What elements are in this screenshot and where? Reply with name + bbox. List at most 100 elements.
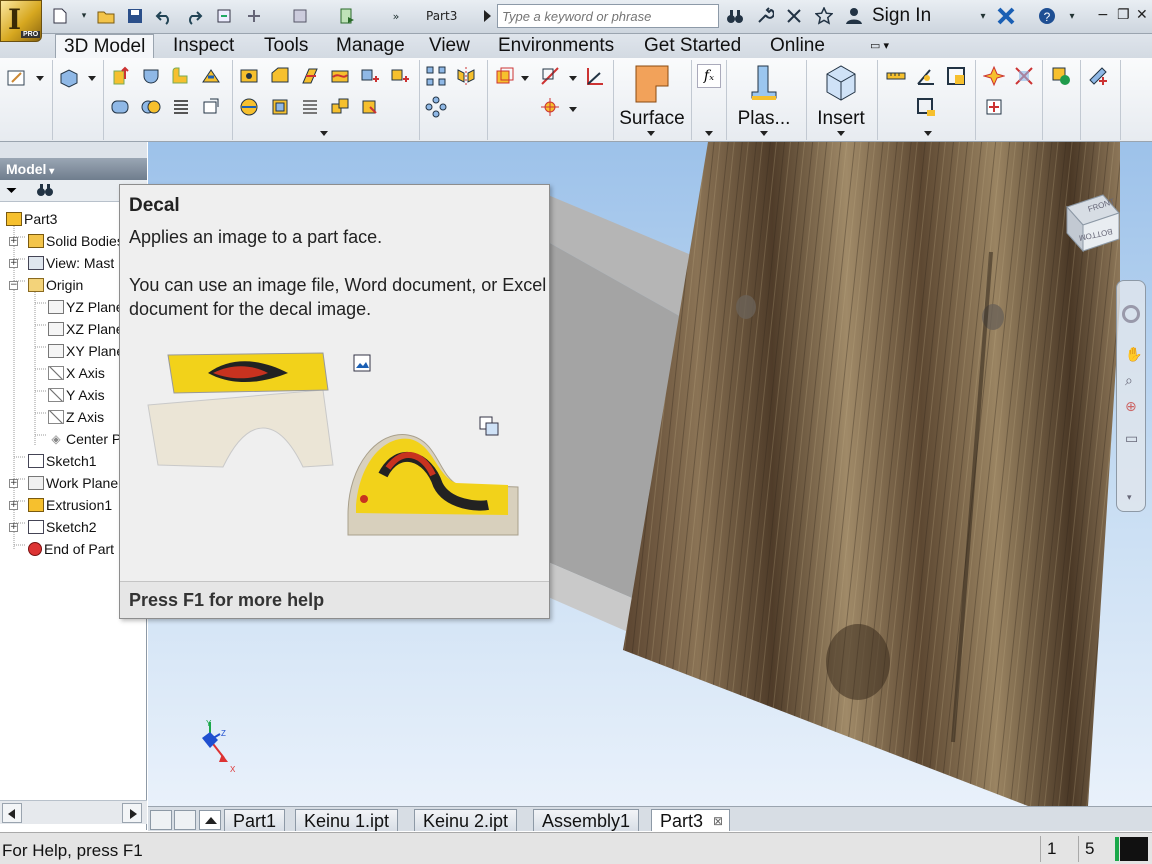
sketch-dropdown-icon[interactable] (36, 76, 44, 81)
repair-icon[interactable] (1012, 64, 1036, 88)
fillet-icon[interactable] (268, 64, 292, 88)
start-sketch-icon[interactable] (5, 66, 29, 90)
scroll-left-button[interactable] (2, 803, 22, 823)
tab-environments[interactable]: Environments (490, 34, 622, 58)
remote-icon[interactable] (982, 95, 1006, 119)
tab-inspect[interactable]: Inspect (165, 34, 242, 58)
move-bodies-icon[interactable] (358, 95, 382, 119)
coil-icon[interactable] (108, 95, 132, 119)
tree-node-yz-plane[interactable]: YZ Plane (48, 296, 124, 318)
tree-node-solid-bodies[interactable]: Solid Bodies (28, 230, 124, 252)
move-face-icon[interactable] (298, 95, 322, 119)
tree-node-extrusion1[interactable]: Extrusion1 (28, 494, 112, 516)
split-icon[interactable] (237, 95, 261, 119)
communication-center-icon[interactable] (784, 6, 804, 26)
ucs-icon[interactable] (583, 64, 607, 88)
tree-node-y-axis[interactable]: Y Axis (48, 384, 105, 406)
region-properties-icon[interactable] (944, 64, 968, 88)
restore-icon[interactable]: ❐ (1117, 7, 1130, 23)
tree-node-end-of-part[interactable]: End of Part (28, 538, 114, 560)
update-icon[interactable] (214, 6, 234, 26)
insert-panel-button[interactable]: Insert (808, 58, 874, 138)
convert-to-assembly-icon[interactable] (1049, 64, 1073, 88)
primitive-dropdown-icon[interactable] (88, 76, 96, 81)
angle-measure-icon[interactable] (914, 64, 938, 88)
extrude-icon[interactable] (108, 64, 132, 88)
cascade-windows-icon[interactable] (150, 810, 172, 830)
scroll-right-button[interactable] (122, 803, 142, 823)
circular-pattern-icon[interactable] (424, 95, 448, 119)
surface-dropdown-icon[interactable] (647, 131, 655, 136)
tab-online[interactable]: Online (762, 34, 833, 58)
collapse-icon[interactable]: − (9, 281, 18, 290)
rectangular-pattern-icon[interactable] (424, 64, 448, 88)
revolve-icon[interactable] (139, 64, 163, 88)
combine-icon[interactable] (268, 95, 292, 119)
tab-manage[interactable]: Manage (328, 34, 413, 58)
open-icon[interactable] (96, 6, 116, 26)
tab-view[interactable]: View (421, 34, 478, 58)
work-plane-icon[interactable] (493, 64, 517, 88)
search-field[interactable] (497, 4, 719, 28)
tree-node-xy-plane[interactable]: XY Plane (48, 340, 124, 362)
plastic-dropdown-icon[interactable] (760, 131, 768, 136)
navbar-customize-icon[interactable]: ▾ (1127, 493, 1132, 503)
sweep-icon[interactable] (169, 64, 193, 88)
doc-tab-keinu-1[interactable]: Keinu 1.ipt (295, 809, 399, 831)
measure-icon[interactable] (884, 64, 908, 88)
close-tab-icon[interactable]: ⊠ (713, 810, 723, 832)
select-icon[interactable] (244, 6, 264, 26)
customize-quick-access-icon[interactable]: » (386, 6, 406, 26)
new-icon[interactable] (50, 6, 70, 26)
look-at-icon[interactable]: ▭ (1125, 431, 1138, 447)
close-icon[interactable]: ✕ (1136, 7, 1148, 23)
tree-node-xz-plane[interactable]: XZ Plane (48, 318, 124, 340)
mirror-icon[interactable] (454, 64, 478, 88)
orbit-icon[interactable]: ⊕ (1125, 399, 1137, 415)
tile-windows-icon[interactable] (174, 810, 196, 830)
primitive-box-icon[interactable] (57, 66, 81, 90)
autodesk-exchange-icon[interactable] (996, 6, 1016, 26)
work-plane-dropdown-icon[interactable] (521, 76, 529, 81)
manage-panel-expand-icon[interactable] (705, 131, 713, 136)
export-to-cad-icon[interactable] (1086, 64, 1110, 88)
copy-object-icon[interactable] (328, 95, 352, 119)
pan-hand-icon[interactable]: ✋ (1125, 347, 1142, 363)
document-list-icon[interactable] (199, 810, 221, 830)
tree-node-x-axis[interactable]: X Axis (48, 362, 105, 384)
tab-tools[interactable]: Tools (256, 34, 316, 58)
design-doctor-icon[interactable] (337, 6, 357, 26)
binoculars-icon[interactable] (725, 6, 745, 26)
subscription-icon[interactable] (755, 6, 775, 26)
search-expand-icon[interactable] (484, 10, 491, 22)
work-point-dropdown-icon[interactable] (569, 107, 577, 112)
viewcube[interactable]: FRONT BOTTOM (1057, 185, 1127, 255)
minimize-icon[interactable]: − (1097, 7, 1109, 23)
help-icon[interactable]: ? (1037, 6, 1057, 26)
section-icon[interactable] (914, 95, 938, 119)
browser-header[interactable]: Model ▾ (0, 158, 147, 180)
steering-wheel-icon[interactable] (1122, 305, 1140, 323)
modify-panel-expand-icon[interactable] (320, 131, 328, 136)
tree-node-sketch2[interactable]: Sketch2 (28, 516, 97, 538)
surface-panel-button[interactable]: Surface (616, 58, 688, 138)
shell-icon[interactable] (328, 64, 352, 88)
tree-node-part[interactable]: Part3 (6, 208, 57, 230)
work-axis-dropdown-icon[interactable] (569, 76, 577, 81)
insert-dropdown-icon[interactable] (837, 131, 845, 136)
zoom-icon[interactable]: ⌕ (1125, 373, 1133, 389)
expand-icon[interactable]: + (9, 237, 18, 246)
loft-icon[interactable] (199, 64, 223, 88)
tree-node-work-plane[interactable]: Work Plane (28, 472, 118, 494)
thread-icon[interactable] (388, 64, 412, 88)
undo-icon[interactable] (154, 6, 174, 26)
expand-icon[interactable]: + (9, 479, 18, 488)
doc-tab-part1[interactable]: Part1 (224, 809, 286, 831)
browser-horizontal-scrollbar[interactable] (0, 800, 147, 824)
tree-node-center-point[interactable]: ◈ Center P (48, 428, 121, 450)
expand-icon[interactable]: + (9, 259, 18, 268)
derive-icon[interactable] (199, 95, 223, 119)
doc-tab-part3[interactable]: Part3 ⊠ (651, 809, 731, 832)
work-point-icon[interactable] (538, 95, 562, 119)
hole-icon[interactable] (237, 64, 261, 88)
